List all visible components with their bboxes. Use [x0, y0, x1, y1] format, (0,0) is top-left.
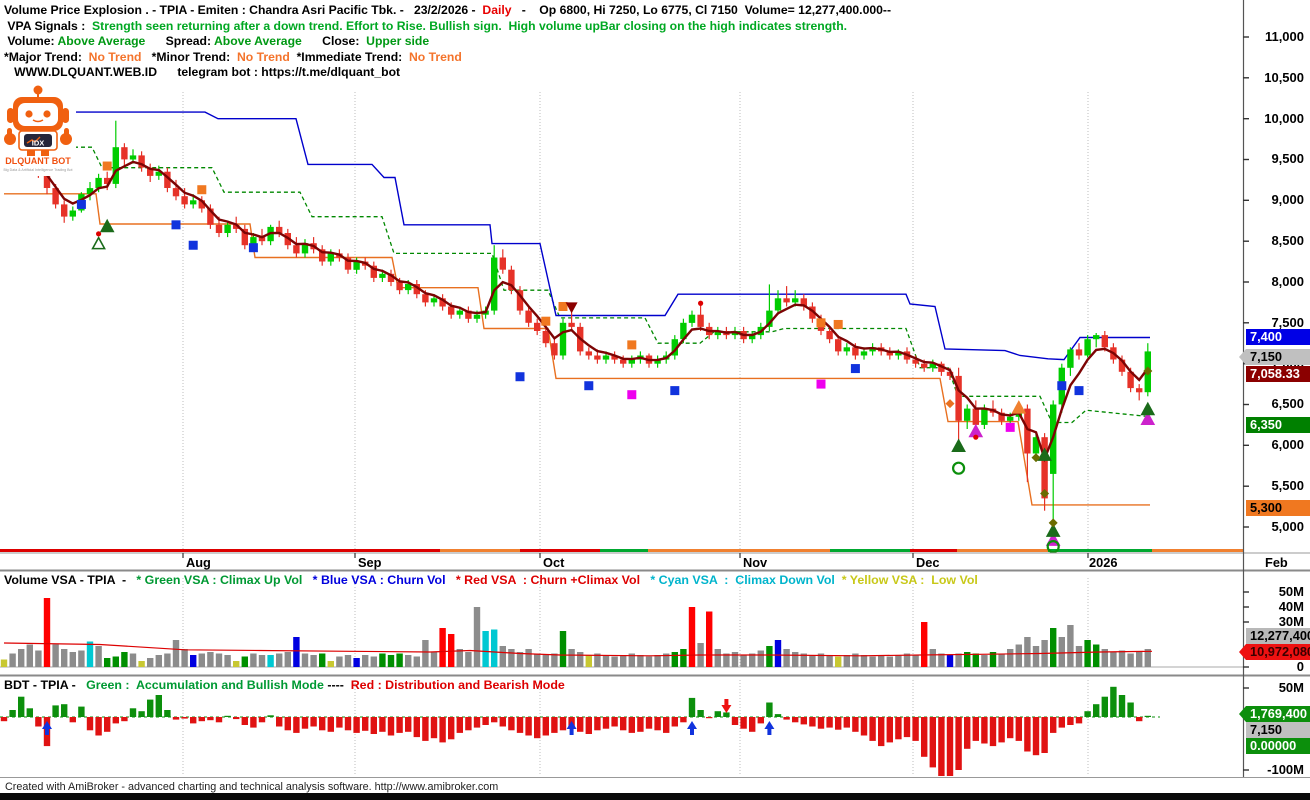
- logo-chip-label: IDX: [32, 139, 45, 148]
- header-segment: No Trend: [88, 49, 142, 64]
- x-axis-label: 2026: [1089, 555, 1118, 570]
- header-line-2: VPA Signals : Strength seen returning af…: [4, 19, 891, 35]
- price-tick-label: 10,000: [1264, 111, 1304, 126]
- blue-stop-line: [4, 111, 1150, 361]
- axis-value-box: 6,350: [1246, 417, 1310, 433]
- header-segment: *Minor Trend:: [141, 49, 237, 64]
- volume-bars: [0, 598, 1243, 668]
- header-line-1: Volume Price Explosion . - TPIA - Emiten…: [4, 3, 891, 19]
- bdt-legend-segment: Green : Accumulation and Bullish Mode: [82, 678, 328, 692]
- axis-value-box: 7,400: [1246, 329, 1310, 345]
- volume-legend-segment: * Green VSA : Climax Up Vol: [132, 573, 310, 587]
- header-segment: Upper side: [366, 34, 430, 48]
- axis-value-box: 7,150: [1246, 722, 1310, 738]
- robot-mascot-icon: IDX DLQUANT BOT Big Data & Artificial In…: [0, 84, 76, 176]
- axis-value-box: 0.00000: [1246, 738, 1310, 754]
- price-tick-label: 6,000: [1271, 437, 1304, 452]
- header-segment: Spread:: [145, 34, 214, 48]
- x-axis-label: Sep: [358, 555, 382, 570]
- price-tick-label: 10,500: [1264, 70, 1304, 85]
- header-segment: Above Average: [57, 34, 146, 48]
- header-line-4: *Major Trend: No Trend *Minor Trend: No …: [4, 50, 891, 66]
- x-axis-label: Aug: [186, 555, 211, 570]
- axis-value-box: 7,150: [1246, 349, 1310, 365]
- volume-legend-segment: * Yellow VSA : Low Vol: [841, 573, 978, 587]
- header-segment: Above Average: [213, 34, 302, 48]
- volume-panel-header: Volume VSA - TPIA - * Green VSA : Climax…: [4, 573, 978, 587]
- bdt-legend-segment: Red : Distribution and Bearish Mode: [343, 678, 565, 692]
- bdt-histogram: [0, 686, 1160, 776]
- dlquant-logo: IDX DLQUANT BOT Big Data & Artificial In…: [0, 84, 76, 176]
- volume-tick-label: 40M: [1278, 599, 1304, 614]
- axis-value-box: 10,972,080: [1246, 644, 1310, 660]
- volume-legend-segment: * Blue VSA : Churn Vol: [309, 573, 453, 587]
- x-axis-label: Oct: [543, 555, 565, 570]
- logo-name: DLQUANT BOT: [5, 156, 71, 166]
- axis-value-box: 5,300: [1246, 500, 1310, 516]
- axis-value-arrow: [1239, 644, 1246, 660]
- logo-tagline: Big Data & Artificial Intelligence Tradi…: [3, 168, 72, 172]
- price-tick-label: 9,500: [1271, 151, 1304, 166]
- header-segment: Daily: [482, 3, 512, 17]
- axis-value-box: 12,277,400: [1246, 628, 1310, 644]
- chart-title-block: Volume Price Explosion . - TPIA - Emiten…: [4, 3, 891, 81]
- axis-value-box: 1,769,400: [1246, 706, 1310, 722]
- amibroker-window: Volume Price Explosion . - TPIA - Emiten…: [0, 0, 1310, 800]
- volume-tick-label: 30M: [1278, 614, 1304, 629]
- x-axis-label: Nov: [743, 555, 768, 570]
- bdt-legend-segment: BDT - TPIA -: [4, 678, 83, 692]
- volume-legend-segment: * Red VSA : Churn +Climax Vol: [452, 573, 647, 587]
- header-segment: - Op 6800, Hi 7250, Lo 6775, Cl 7150 Vol…: [511, 3, 892, 17]
- price-tick-label: 5,000: [1271, 519, 1304, 534]
- bdt-tick-label: 50M: [1278, 680, 1304, 695]
- bdt-legend-segment: ----: [327, 678, 344, 692]
- price-tick-label: 8,500: [1271, 233, 1304, 248]
- header-segment: WWW.DLQUANT.WEB.ID telegram bot : https:…: [4, 65, 401, 79]
- header-segment: Strength seen returning after a down tre…: [92, 18, 848, 33]
- header-segment: Volume:: [4, 34, 58, 48]
- x-axis-label: Dec: [916, 555, 940, 570]
- axis-value-arrow: [1239, 706, 1246, 722]
- header-segment: Volume Price Explosion . - TPIA - Emiten…: [4, 3, 483, 17]
- header-segment: Close:: [301, 34, 367, 48]
- axis-value-box: 7,058.33: [1246, 366, 1310, 382]
- x-axis-label: Feb: [1265, 555, 1288, 570]
- window-bottom-bar: [0, 793, 1310, 800]
- price-tick-label: 5,500: [1271, 478, 1304, 493]
- price-tick-label: 11,000: [1264, 29, 1304, 44]
- header-line-3: Volume: Above Average Spread: Above Aver…: [4, 34, 891, 50]
- month-gridlines: [182, 92, 1089, 775]
- price-tick-label: 9,000: [1271, 192, 1304, 207]
- bdt-panel-header: BDT - TPIA - Green : Accumulation and Bu…: [4, 678, 565, 692]
- header-segment: No Trend: [236, 49, 290, 64]
- price-tick-label: 6,500: [1271, 396, 1304, 411]
- header-line-5: WWW.DLQUANT.WEB.ID telegram bot : https:…: [4, 65, 891, 81]
- price-tick-label: 7,500: [1271, 315, 1304, 330]
- volume-tick-label: 0: [1296, 659, 1304, 674]
- footer-credit: Created with AmiBroker - advanced charti…: [5, 781, 499, 793]
- price-tick-label: 8,000: [1271, 274, 1304, 289]
- header-segment: *Immediate Trend:: [289, 49, 409, 64]
- axis-value-arrow: [1239, 349, 1246, 365]
- bdt-tick-label: -100M: [1267, 762, 1304, 777]
- header-segment: VPA Signals :: [4, 18, 93, 33]
- header-segment: No Trend: [409, 49, 462, 64]
- volume-legend-segment: Volume VSA - TPIA -: [4, 573, 133, 587]
- volume-legend-segment: * Cyan VSA : Climax Down Vol: [646, 573, 842, 587]
- volume-tick-label: 50M: [1278, 584, 1304, 599]
- header-segment: *Major Trend:: [4, 49, 89, 64]
